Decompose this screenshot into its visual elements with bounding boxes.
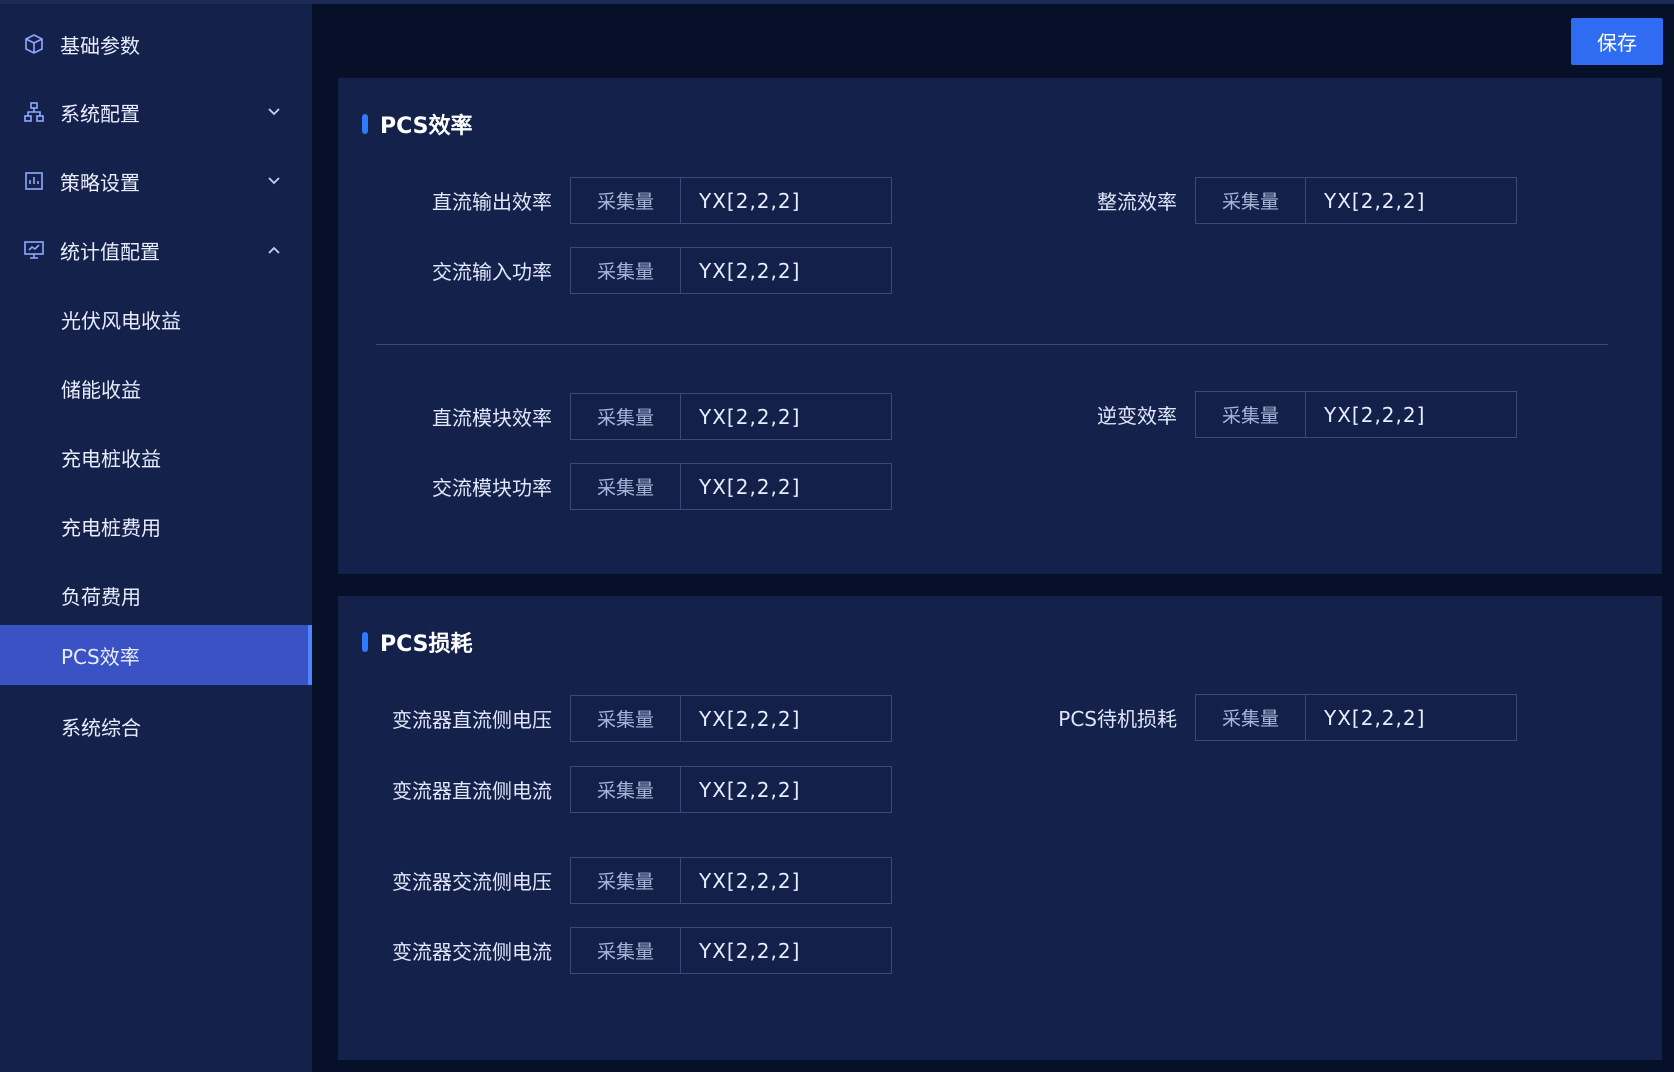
sidebar-item-system-config[interactable]: 系统配置 bbox=[0, 82, 312, 142]
app-root: 基础参数 系统配置 策略设置 统计值配置 光伏风电收益 储能收益 充电桩收益 充… bbox=[0, 0, 1674, 1072]
value-input[interactable]: YX[2,2,2] bbox=[681, 248, 891, 293]
source-addon[interactable]: 采集量 bbox=[1196, 178, 1306, 223]
title-accent-bar bbox=[362, 632, 368, 652]
sidebar-subitem-label: 储能收益 bbox=[61, 377, 141, 402]
sidebar-item-basic-params[interactable]: 基础参数 bbox=[0, 14, 312, 74]
sidebar-subitem-label: 充电桩收益 bbox=[61, 446, 161, 471]
field-dc-output-efficiency: 直流输出效率 采集量 YX[2,2,2] bbox=[432, 177, 892, 224]
sidebar-subitem-label: PCS效率 bbox=[61, 644, 140, 669]
field-converter-dc-current: 变流器直流侧电流 采集量 YX[2,2,2] bbox=[392, 766, 892, 813]
chevron-down-icon bbox=[266, 104, 282, 120]
field-pcs-standby-loss: PCS待机损耗 采集量 YX[2,2,2] bbox=[1058, 694, 1517, 741]
field-label: 直流模块效率 bbox=[432, 406, 552, 430]
strategy-icon bbox=[22, 169, 46, 193]
input-group[interactable]: 采集量 YX[2,2,2] bbox=[570, 463, 892, 510]
panel-title: PCS效率 bbox=[362, 108, 473, 140]
field-label: 交流输入功率 bbox=[432, 260, 552, 284]
value-input[interactable]: YX[2,2,2] bbox=[1306, 178, 1516, 223]
save-button[interactable]: 保存 bbox=[1571, 18, 1663, 65]
value-input[interactable]: YX[2,2,2] bbox=[681, 464, 891, 509]
field-dc-module-efficiency: 直流模块效率 采集量 YX[2,2,2] bbox=[432, 393, 892, 440]
field-label: 整流效率 bbox=[1097, 190, 1177, 214]
sidebar-item-label: 系统配置 bbox=[60, 101, 140, 126]
hierarchy-icon bbox=[22, 100, 46, 124]
value-input[interactable]: YX[2,2,2] bbox=[1306, 392, 1516, 437]
chevron-down-icon bbox=[266, 173, 282, 189]
field-label: 交流模块功率 bbox=[432, 476, 552, 500]
sidebar: 基础参数 系统配置 策略设置 统计值配置 光伏风电收益 储能收益 充电桩收益 充… bbox=[0, 4, 312, 1072]
input-group[interactable]: 采集量 YX[2,2,2] bbox=[570, 695, 892, 742]
input-group[interactable]: 采集量 YX[2,2,2] bbox=[570, 393, 892, 440]
sidebar-subitem-charger-income[interactable]: 充电桩收益 bbox=[0, 427, 312, 487]
input-group[interactable]: 采集量 YX[2,2,2] bbox=[1195, 391, 1517, 438]
section-divider bbox=[376, 344, 1608, 345]
monitor-icon bbox=[22, 238, 46, 262]
value-input[interactable]: YX[2,2,2] bbox=[681, 178, 891, 223]
panel-title-text: PCS损耗 bbox=[380, 632, 473, 657]
input-group[interactable]: 采集量 YX[2,2,2] bbox=[570, 247, 892, 294]
source-addon[interactable]: 采集量 bbox=[1196, 392, 1306, 437]
source-addon[interactable]: 采集量 bbox=[571, 858, 681, 903]
field-ac-input-power: 交流输入功率 采集量 YX[2,2,2] bbox=[432, 247, 892, 294]
value-input[interactable]: YX[2,2,2] bbox=[681, 696, 891, 741]
field-label: 变流器交流侧电压 bbox=[392, 870, 552, 894]
field-label: 直流输出效率 bbox=[432, 190, 552, 214]
sidebar-subitem-label: 负荷费用 bbox=[61, 584, 141, 609]
sidebar-item-label: 统计值配置 bbox=[60, 239, 160, 264]
input-group[interactable]: 采集量 YX[2,2,2] bbox=[570, 177, 892, 224]
field-converter-ac-current: 变流器交流侧电流 采集量 YX[2,2,2] bbox=[392, 927, 892, 974]
field-label: PCS待机损耗 bbox=[1058, 707, 1177, 731]
input-group[interactable]: 采集量 YX[2,2,2] bbox=[570, 857, 892, 904]
chevron-up-icon bbox=[266, 242, 282, 258]
sidebar-subitem-pcs-efficiency[interactable]: PCS效率 bbox=[0, 625, 312, 685]
input-group[interactable]: 采集量 YX[2,2,2] bbox=[1195, 694, 1517, 741]
sidebar-subitem-storage-income[interactable]: 储能收益 bbox=[0, 358, 312, 418]
field-ac-module-power: 交流模块功率 采集量 YX[2,2,2] bbox=[432, 463, 892, 510]
value-input[interactable]: YX[2,2,2] bbox=[681, 394, 891, 439]
value-input[interactable]: YX[2,2,2] bbox=[681, 767, 891, 812]
sidebar-item-label: 基础参数 bbox=[60, 33, 140, 58]
source-addon[interactable]: 采集量 bbox=[571, 928, 681, 973]
source-addon[interactable]: 采集量 bbox=[571, 464, 681, 509]
value-input[interactable]: YX[2,2,2] bbox=[1306, 695, 1516, 740]
field-converter-ac-voltage: 变流器交流侧电压 采集量 YX[2,2,2] bbox=[392, 857, 892, 904]
source-addon[interactable]: 采集量 bbox=[571, 248, 681, 293]
source-addon[interactable]: 采集量 bbox=[571, 696, 681, 741]
sidebar-subitem-label: 系统综合 bbox=[61, 715, 141, 740]
source-addon[interactable]: 采集量 bbox=[571, 178, 681, 223]
field-rectifier-efficiency: 整流效率 采集量 YX[2,2,2] bbox=[1097, 177, 1517, 224]
sidebar-subitem-label: 充电桩费用 bbox=[61, 515, 161, 540]
field-label: 逆变效率 bbox=[1097, 404, 1177, 428]
source-addon[interactable]: 采集量 bbox=[1196, 695, 1306, 740]
field-label: 变流器直流侧电压 bbox=[392, 708, 552, 732]
panel-title-text: PCS效率 bbox=[380, 114, 473, 139]
input-group[interactable]: 采集量 YX[2,2,2] bbox=[1195, 177, 1517, 224]
value-input[interactable]: YX[2,2,2] bbox=[681, 858, 891, 903]
sidebar-subitem-label: 光伏风电收益 bbox=[61, 308, 181, 333]
title-accent-bar bbox=[362, 114, 368, 134]
panel-title: PCS损耗 bbox=[362, 626, 473, 658]
field-converter-dc-voltage: 变流器直流侧电压 采集量 YX[2,2,2] bbox=[392, 695, 892, 742]
field-label: 变流器直流侧电流 bbox=[392, 779, 552, 803]
sidebar-subitem-charger-cost[interactable]: 充电桩费用 bbox=[0, 496, 312, 556]
sidebar-subitem-load-cost[interactable]: 负荷费用 bbox=[0, 565, 312, 625]
source-addon[interactable]: 采集量 bbox=[571, 767, 681, 812]
sidebar-item-label: 策略设置 bbox=[60, 170, 140, 195]
sidebar-item-stat-config[interactable]: 统计值配置 bbox=[0, 220, 312, 280]
sidebar-item-strategy[interactable]: 策略设置 bbox=[0, 151, 312, 211]
value-input[interactable]: YX[2,2,2] bbox=[681, 928, 891, 973]
source-addon[interactable]: 采集量 bbox=[571, 394, 681, 439]
cube-icon bbox=[22, 32, 46, 56]
panel-pcs-loss: PCS损耗 bbox=[338, 596, 1662, 1060]
sidebar-subitem-pv-wind-income[interactable]: 光伏风电收益 bbox=[0, 289, 312, 349]
input-group[interactable]: 采集量 YX[2,2,2] bbox=[570, 927, 892, 974]
field-label: 变流器交流侧电流 bbox=[392, 940, 552, 964]
sidebar-subitem-system-overall[interactable]: 系统综合 bbox=[0, 696, 312, 756]
input-group[interactable]: 采集量 YX[2,2,2] bbox=[570, 766, 892, 813]
field-inverter-efficiency: 逆变效率 采集量 YX[2,2,2] bbox=[1097, 391, 1517, 438]
